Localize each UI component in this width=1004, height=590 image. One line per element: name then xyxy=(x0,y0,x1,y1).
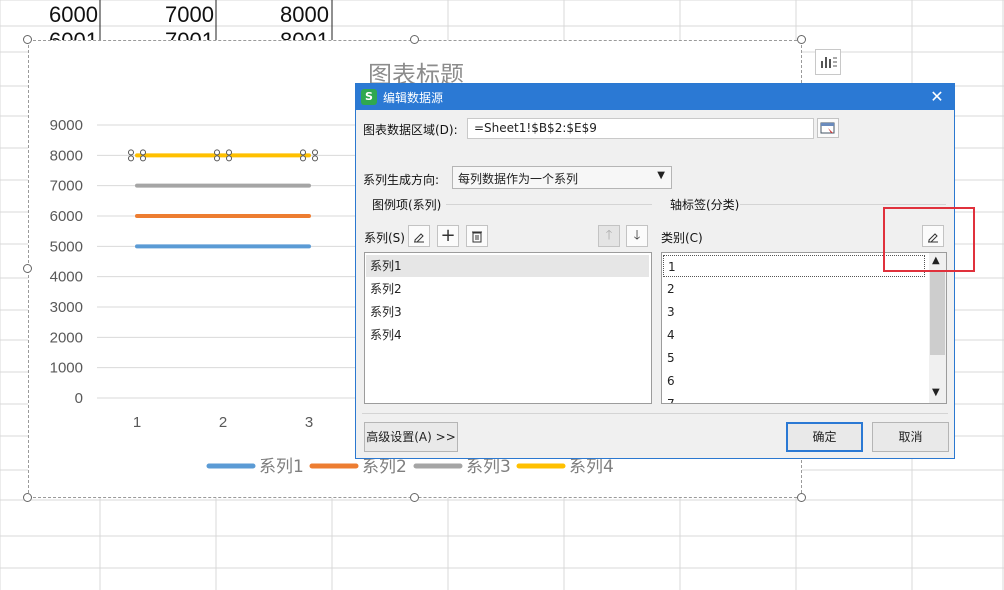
cell-b1[interactable]: 6000 xyxy=(30,2,98,28)
chart-resize-handle-tm[interactable] xyxy=(410,35,419,44)
legend-entry[interactable]: 系列3 xyxy=(466,457,511,477)
y-tick-label: 0 xyxy=(75,390,83,407)
chart-elements-icon xyxy=(821,57,837,68)
point-selection-handle[interactable] xyxy=(312,155,318,162)
ok-button[interactable]: 确定 xyxy=(786,422,863,452)
pencil-icon xyxy=(414,232,424,242)
footer-divider xyxy=(362,413,948,414)
y-tick-label: 9000 xyxy=(50,117,83,134)
point-selection-handle[interactable] xyxy=(300,155,306,162)
y-tick-label: 5000 xyxy=(50,238,83,255)
chart-resize-handle-bl[interactable] xyxy=(23,493,32,502)
legend-entry[interactable]: 系列1 xyxy=(259,457,304,477)
dialog-title: 编辑数据源 xyxy=(383,91,444,105)
legend-entry[interactable]: 系列4 xyxy=(569,457,614,477)
point-selection-handle[interactable] xyxy=(226,149,232,156)
x-tick-label: 1 xyxy=(133,414,141,431)
point-selection-handle[interactable] xyxy=(226,155,232,162)
y-tick-label: 3000 xyxy=(50,299,83,316)
series-list-item[interactable]: 系列4 xyxy=(366,324,649,346)
move-down-button[interactable]: 🡓 xyxy=(626,225,648,247)
chart-resize-handle-tl[interactable] xyxy=(23,35,32,44)
legend-group-label: 图例项(系列) xyxy=(372,198,442,212)
series-label: 系列(S) xyxy=(364,231,405,245)
chart-resize-handle-br[interactable] xyxy=(797,493,806,502)
move-up-button[interactable]: 🡑 xyxy=(598,225,620,247)
trash-icon xyxy=(472,231,482,242)
wps-logo-icon: S xyxy=(361,89,377,105)
cell-c1[interactable]: 7000 xyxy=(112,2,214,28)
y-tick-label: 8000 xyxy=(50,147,83,164)
point-selection-handle[interactable] xyxy=(300,149,306,156)
point-selection-handle[interactable] xyxy=(214,155,220,162)
legend-entry[interactable]: 系列2 xyxy=(362,457,407,477)
y-tick-label: 6000 xyxy=(50,208,83,225)
point-selection-handle[interactable] xyxy=(128,155,134,162)
delete-series-button[interactable] xyxy=(466,225,488,247)
category-listbox[interactable]: 1 2 3 4 5 6 7 ▲ ▼ xyxy=(661,252,947,404)
direction-select-value: 每列数据作为一个系列 xyxy=(458,172,579,186)
cancel-button[interactable]: 取消 xyxy=(872,422,949,452)
category-list-item[interactable]: 2 xyxy=(663,278,675,300)
x-tick-label: 3 xyxy=(305,414,313,431)
legend-group-divider xyxy=(446,204,652,205)
direction-label: 系列生成方向: xyxy=(363,173,440,187)
chevron-down-icon: ▼ xyxy=(657,170,665,181)
point-selection-handle[interactable] xyxy=(128,149,134,156)
scroll-down-icon[interactable]: ▼ xyxy=(932,387,940,398)
point-selection-handle[interactable] xyxy=(140,155,146,162)
advanced-settings-button[interactable]: 高级设置(A) >> xyxy=(364,422,458,452)
cell-d1[interactable]: 8000 xyxy=(225,2,329,28)
category-list-item[interactable]: 7 xyxy=(663,393,675,403)
chart-resize-handle-bm[interactable] xyxy=(410,493,419,502)
category-list-item[interactable]: 4 xyxy=(663,324,675,346)
category-list-item[interactable]: 5 xyxy=(663,347,675,369)
scroll-thumb[interactable] xyxy=(930,271,945,355)
edit-series-button[interactable] xyxy=(408,225,430,247)
add-series-button[interactable]: + xyxy=(437,225,459,247)
data-range-input[interactable]: =Sheet1!$B$2:$E$9 xyxy=(467,118,814,139)
y-tick-label: 2000 xyxy=(50,329,83,346)
axis-group-divider xyxy=(740,204,946,205)
y-tick-label: 1000 xyxy=(50,360,83,377)
series-list-item[interactable]: 系列2 xyxy=(366,278,649,300)
cell-d2[interactable]: 8001 xyxy=(225,28,329,40)
direction-select[interactable]: 每列数据作为一个系列 ▼ xyxy=(452,166,672,189)
chart-resize-handle-ml[interactable] xyxy=(23,264,32,273)
cell-c2[interactable]: 7001 xyxy=(112,28,214,40)
series-list-item[interactable]: 系列3 xyxy=(366,301,649,323)
collapse-range-button[interactable] xyxy=(817,118,839,138)
close-icon[interactable]: ✕ xyxy=(926,86,948,108)
series-listbox[interactable]: 系列1 系列2 系列3 系列4 xyxy=(364,252,652,404)
category-list-item[interactable]: 3 xyxy=(663,301,675,323)
point-selection-handle[interactable] xyxy=(140,149,146,156)
series-list-item[interactable]: 系列1 xyxy=(366,255,649,277)
y-tick-label: 7000 xyxy=(50,178,83,195)
edit-data-source-dialog[interactable]: S 编辑数据源 ✕ 图表数据区域(D): =Sheet1!$B$2:$E$9 系… xyxy=(355,83,955,459)
category-scrollbar[interactable]: ▲ ▼ xyxy=(929,253,946,403)
data-range-label: 图表数据区域(D): xyxy=(363,123,458,137)
chart-resize-handle-tr[interactable] xyxy=(797,35,806,44)
cell-b2[interactable]: 6001 xyxy=(30,28,98,40)
point-selection-handle[interactable] xyxy=(312,149,318,156)
axis-group-label: 轴标签(分类) xyxy=(670,198,740,212)
category-label: 类别(C) xyxy=(661,231,703,245)
annotation-highlight-box xyxy=(883,207,975,272)
x-tick-label: 2 xyxy=(219,414,227,431)
point-selection-handle[interactable] xyxy=(214,149,220,156)
y-tick-label: 4000 xyxy=(50,269,83,286)
dialog-titlebar[interactable]: S 编辑数据源 ✕ xyxy=(356,84,954,110)
category-list-item[interactable]: 6 xyxy=(663,370,675,392)
chart-elements-button[interactable] xyxy=(815,49,841,75)
range-select-icon xyxy=(820,122,835,133)
